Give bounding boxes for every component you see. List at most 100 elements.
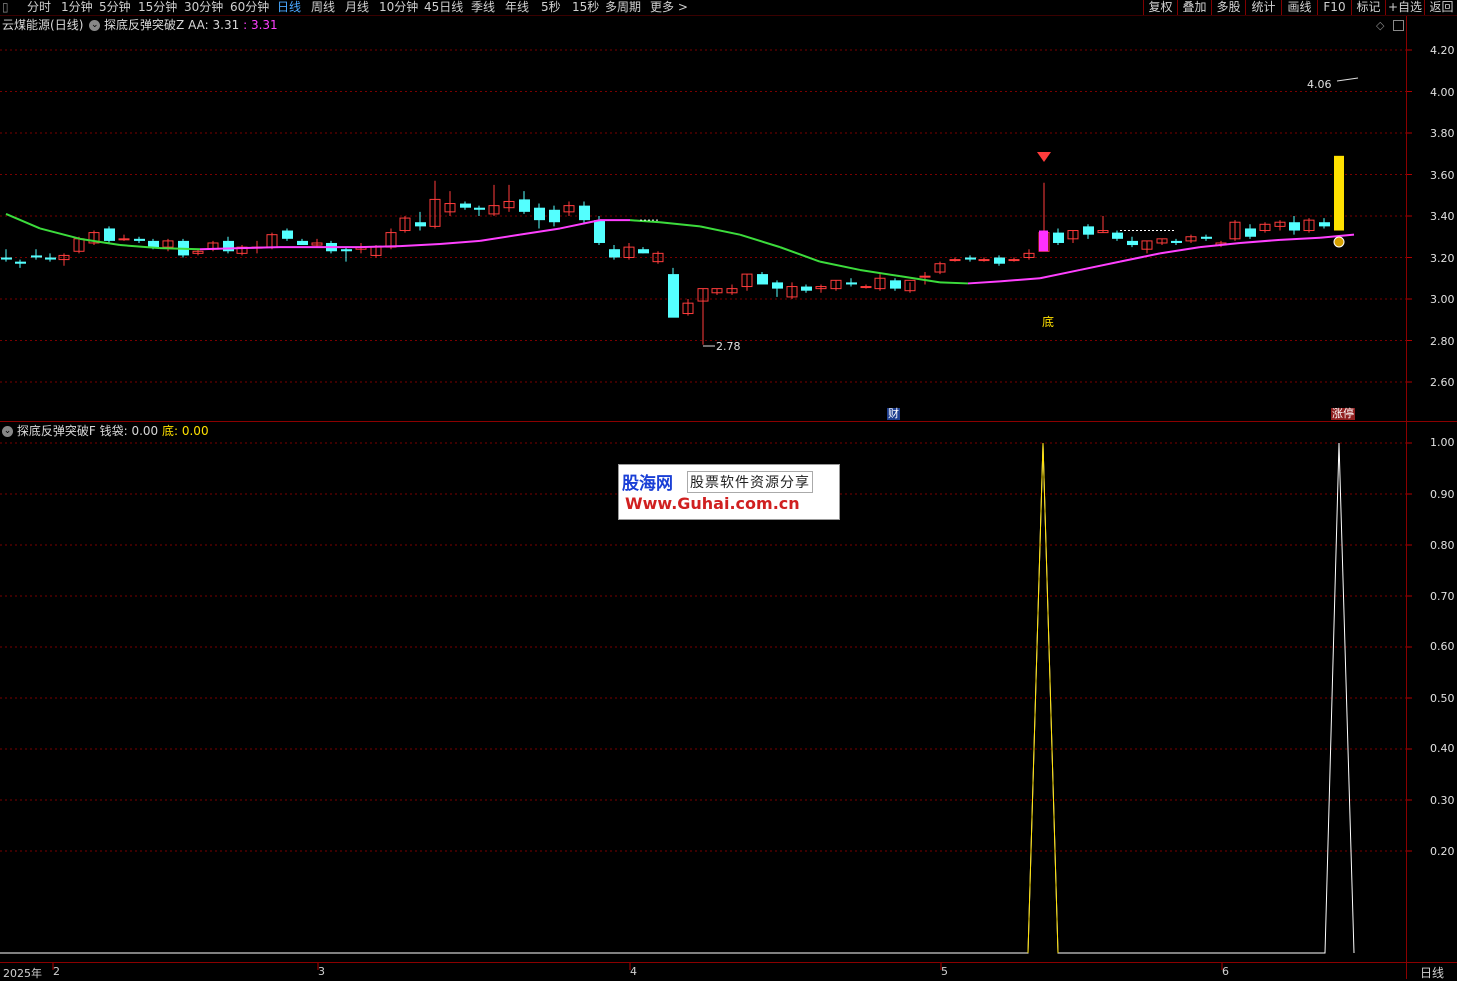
ma-segment bbox=[819, 260, 861, 271]
ind-y-tick: 0.60 bbox=[1430, 640, 1455, 653]
candle-body bbox=[45, 257, 56, 260]
candle-body bbox=[519, 199, 530, 212]
candle-body bbox=[534, 207, 545, 221]
ma-segment bbox=[1079, 260, 1121, 271]
candle-body bbox=[1, 257, 12, 260]
x-label-apr: 4 bbox=[630, 965, 637, 978]
y-tick: 3.60 bbox=[1430, 169, 1455, 182]
ma-segment bbox=[359, 245, 401, 249]
candle-body bbox=[978, 259, 990, 262]
x-label-feb: 2 bbox=[53, 965, 60, 978]
y-tick: 3.20 bbox=[1430, 252, 1455, 265]
candles bbox=[1, 155, 1344, 345]
ind-y-tick: 0.70 bbox=[1430, 590, 1455, 603]
candle-body bbox=[965, 257, 976, 260]
ma-segment bbox=[239, 246, 281, 250]
y-tick: 3.80 bbox=[1430, 127, 1455, 140]
ind-y-tick: 1.00 bbox=[1430, 436, 1455, 449]
candle-body bbox=[609, 249, 620, 258]
candle-body bbox=[341, 249, 352, 252]
candle-body bbox=[549, 209, 560, 223]
logo-brand: 股海网 bbox=[622, 474, 673, 494]
finance-event-badge[interactable]: 财 bbox=[887, 408, 900, 420]
candle-body bbox=[148, 240, 159, 248]
money-bag-icon bbox=[1333, 236, 1345, 248]
ind-y-tick: 0.30 bbox=[1430, 794, 1455, 807]
candle-body bbox=[1127, 240, 1138, 246]
candle-body bbox=[801, 286, 812, 291]
ma-segment bbox=[399, 243, 441, 248]
logo-slogan: 股票软件资源分享 bbox=[687, 471, 813, 493]
ma-segment bbox=[519, 227, 561, 236]
ma-segment bbox=[159, 247, 201, 251]
limit-up-badge[interactable]: 涨停 bbox=[1331, 408, 1355, 420]
candle-body bbox=[594, 220, 605, 243]
guhai-watermark-logo: 股海网 股票软件资源分享 Www.Guhai.com.cn bbox=[618, 464, 840, 520]
logo-url: Www.Guhai.com.cn bbox=[625, 494, 800, 513]
candle-body bbox=[1289, 222, 1300, 231]
ind-y-tick: 0.40 bbox=[1430, 742, 1455, 755]
candle-body bbox=[282, 230, 293, 239]
ma-segment bbox=[939, 281, 969, 285]
candle-body bbox=[1053, 232, 1064, 243]
ind-y-tick: 0.90 bbox=[1430, 488, 1455, 501]
candle-body bbox=[297, 240, 308, 246]
ma-segment bbox=[659, 221, 701, 228]
ind-y-tick: 0.50 bbox=[1430, 692, 1455, 705]
ma-segment bbox=[739, 233, 781, 249]
high-price-marker: 4.06 bbox=[1307, 78, 1332, 91]
ma-segment bbox=[1199, 241, 1241, 249]
indicator-dropdown-icon[interactable]: ⌄ bbox=[2, 426, 13, 437]
candle-body bbox=[1008, 259, 1020, 262]
y-tick: 3.00 bbox=[1430, 293, 1455, 306]
right-axis-border bbox=[1406, 16, 1407, 979]
candle-body bbox=[1112, 232, 1123, 239]
ma-segment bbox=[699, 225, 741, 236]
candle-body bbox=[415, 222, 426, 227]
candle-body bbox=[15, 261, 26, 264]
candle-body bbox=[1083, 226, 1094, 235]
candle-body bbox=[757, 274, 768, 285]
bottom-signal-label: 底 bbox=[1042, 315, 1055, 329]
candle-body bbox=[1245, 228, 1256, 237]
low-price-marker: 2.78 bbox=[716, 340, 741, 353]
x-label-may: 5 bbox=[941, 965, 948, 978]
candle-body bbox=[846, 282, 857, 285]
candle-body bbox=[223, 240, 234, 252]
period-indicator: 日线 bbox=[1420, 966, 1445, 980]
candle-body bbox=[460, 203, 471, 208]
indicator-header: ⌄ 探底反弹突破F 钱袋: 0.00 底: 0.00 bbox=[2, 424, 209, 438]
ma-segment bbox=[1039, 268, 1081, 280]
di-value: 0.00 bbox=[181, 424, 209, 438]
y-tick: 2.60 bbox=[1430, 376, 1455, 389]
qiandai-label: 钱袋: bbox=[99, 424, 128, 438]
high-marker-arrow bbox=[1336, 77, 1359, 82]
ma-segment bbox=[439, 239, 481, 246]
candle-body bbox=[104, 228, 115, 241]
candle-body bbox=[638, 249, 649, 254]
ma-segment bbox=[1239, 238, 1281, 244]
ma-segment bbox=[1159, 246, 1201, 255]
candle-body bbox=[668, 274, 679, 318]
ma-segment bbox=[39, 227, 81, 240]
chart-marks bbox=[640, 77, 1359, 347]
candle-body bbox=[31, 255, 42, 258]
ma-segment bbox=[479, 233, 521, 242]
indicator-name: 探底反弹突破F bbox=[16, 424, 96, 438]
ma-segment bbox=[199, 247, 241, 251]
candle-body bbox=[1201, 236, 1212, 239]
candle-body bbox=[994, 257, 1005, 264]
candle-body bbox=[474, 207, 485, 210]
limit-up-bar bbox=[1334, 155, 1344, 231]
candle-body bbox=[860, 286, 872, 289]
ind-y-tick: 0.20 bbox=[1430, 845, 1455, 858]
candle-body bbox=[579, 205, 590, 221]
y-tick: 4.00 bbox=[1430, 86, 1455, 99]
x-axis-border bbox=[0, 962, 1457, 963]
ma-segment bbox=[5, 213, 41, 230]
x-label-mar: 3 bbox=[318, 965, 325, 978]
candle-body bbox=[949, 259, 961, 262]
qiandai-value: 0.00 bbox=[131, 424, 159, 438]
candle-body bbox=[1171, 240, 1182, 243]
candle-body bbox=[890, 280, 901, 289]
